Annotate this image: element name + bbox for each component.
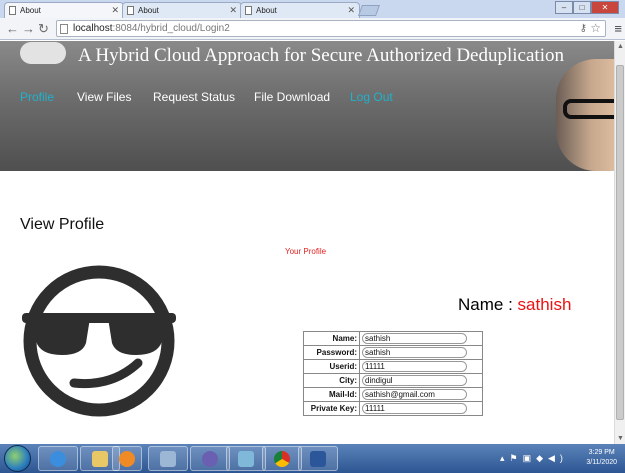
profile-table: Name: sathish Password: sathish Userid: …: [303, 331, 483, 416]
private-key-field-label: Private Key:: [303, 401, 360, 416]
main-nav: Profile View Files Request Status File D…: [20, 90, 393, 104]
browser-tab-1[interactable]: About ✕: [4, 2, 124, 18]
maximize-button[interactable]: □: [573, 1, 591, 14]
close-window-button[interactable]: ✕: [591, 1, 619, 14]
back-icon[interactable]: ←: [6, 21, 19, 36]
vertical-scrollbar[interactable]: ▲ ▼: [614, 41, 625, 444]
table-row: Name: sathish: [303, 331, 483, 346]
close-tab-icon[interactable]: ✕: [347, 5, 355, 16]
clock-date: 3/11/2020: [586, 459, 617, 466]
page-title: View Profile: [20, 216, 105, 233]
smiley-sunglasses-icon: [22, 265, 176, 417]
cloud-logo: [20, 42, 66, 64]
clock[interactable]: 3:29 PM 3/11/2020: [586, 448, 617, 468]
media-player-icon: [119, 450, 135, 467]
nav-view-files[interactable]: View Files: [77, 90, 153, 104]
mail-id-field-label: Mail-Id:: [303, 387, 360, 402]
window-controls: – □ ✕: [555, 1, 619, 14]
table-row: Userid: 11111: [303, 359, 483, 374]
nav-request-status[interactable]: Request Status: [153, 90, 254, 104]
site-title: A Hybrid Cloud Approach for Secure Autho…: [78, 45, 564, 66]
address-bar[interactable]: localhost:8084/hybrid_cloud/Login2 ⚷ ☆: [56, 20, 606, 37]
table-row: Mail-Id: sathish@gmail.com: [303, 387, 483, 402]
password-field[interactable]: sathish: [362, 347, 467, 358]
taskbar: ▴⚑▣◆◀) 3:29 PM 3/11/2020: [0, 444, 625, 473]
system-tray-icons[interactable]: ▴⚑▣◆◀): [500, 453, 568, 464]
taskbar-editor[interactable]: [226, 446, 266, 471]
word-icon: [310, 450, 326, 467]
table-row: Private Key: 11111: [303, 401, 483, 416]
page-icon: [9, 6, 16, 15]
password-field-label: Password:: [303, 345, 360, 360]
tab-label: About: [20, 6, 41, 15]
name-field-label: Name:: [303, 331, 360, 346]
page-icon: [245, 6, 252, 15]
mail-id-field[interactable]: sathish@gmail.com: [362, 389, 467, 400]
page-icon: [127, 6, 134, 15]
nav-file-download[interactable]: File Download: [254, 90, 350, 104]
chrome-icon: [274, 450, 290, 467]
scroll-up-icon[interactable]: ▲: [617, 43, 624, 50]
taskbar-chrome[interactable]: [262, 446, 302, 471]
scroll-down-icon[interactable]: ▼: [617, 435, 624, 442]
name-value: sathish: [517, 295, 572, 314]
app-icon: [202, 450, 218, 467]
taskbar-word[interactable]: [298, 446, 338, 471]
taskbar-ie[interactable]: [38, 446, 78, 471]
cube-icon: [160, 450, 176, 467]
key-icon[interactable]: ⚷: [580, 21, 587, 36]
userid-field-label: Userid:: [303, 359, 360, 374]
forward-icon[interactable]: →: [22, 21, 35, 36]
page-viewport: A Hybrid Cloud Approach for Secure Autho…: [0, 41, 614, 444]
taskbar-media-player[interactable]: [112, 446, 142, 471]
close-tab-icon[interactable]: ✕: [229, 5, 237, 16]
folder-icon: [92, 450, 108, 467]
browser-tab-3[interactable]: About ✕: [240, 2, 360, 18]
userid-field[interactable]: 11111: [362, 361, 467, 372]
name-field[interactable]: sathish: [362, 333, 467, 344]
reload-icon[interactable]: ↻: [38, 21, 49, 37]
taskbar-virtualbox[interactable]: [148, 446, 188, 471]
your-profile-label: Your Profile: [285, 247, 327, 256]
taskbar-eclipse[interactable]: [190, 446, 230, 471]
scrollbar-thumb[interactable]: [616, 65, 624, 420]
internet-explorer-icon: [50, 450, 66, 467]
browser-toolbar: ← → ↻ localhost:8084/hybrid_cloud/Login2…: [0, 18, 625, 40]
city-field-label: City:: [303, 373, 360, 388]
editor-icon: [238, 450, 254, 467]
table-row: Password: sathish: [303, 345, 483, 360]
tab-label: About: [256, 6, 277, 15]
browser-tab-2[interactable]: About ✕: [122, 2, 242, 18]
menu-icon[interactable]: ≡: [614, 21, 622, 36]
start-button[interactable]: [4, 445, 31, 472]
close-tab-icon[interactable]: ✕: [111, 5, 119, 16]
tab-label: About: [138, 6, 159, 15]
clock-time: 3:29 PM: [588, 449, 615, 456]
new-tab-button[interactable]: [357, 5, 381, 16]
banner-photo-glasses: [563, 99, 614, 119]
minimize-button[interactable]: –: [555, 1, 573, 14]
city-field[interactable]: dindigul: [362, 375, 467, 386]
nav-log-out[interactable]: Log Out: [350, 90, 393, 104]
bookmark-star-icon[interactable]: ☆: [590, 21, 601, 36]
page-icon: [60, 24, 68, 34]
nav-profile[interactable]: Profile: [20, 90, 77, 104]
header-banner: A Hybrid Cloud Approach for Secure Autho…: [0, 41, 614, 171]
url-host: localhost: [73, 23, 113, 34]
name-label: Name :: [458, 295, 518, 314]
browser-tab-strip: About ✕ About ✕ About ✕ – □ ✕: [0, 0, 625, 18]
table-row: City: dindigul: [303, 373, 483, 388]
profile-name-line: Name : sathish: [458, 295, 571, 315]
private-key-field[interactable]: 11111: [362, 403, 467, 414]
url-path: :8084/hybrid_cloud/Login2: [112, 23, 230, 34]
